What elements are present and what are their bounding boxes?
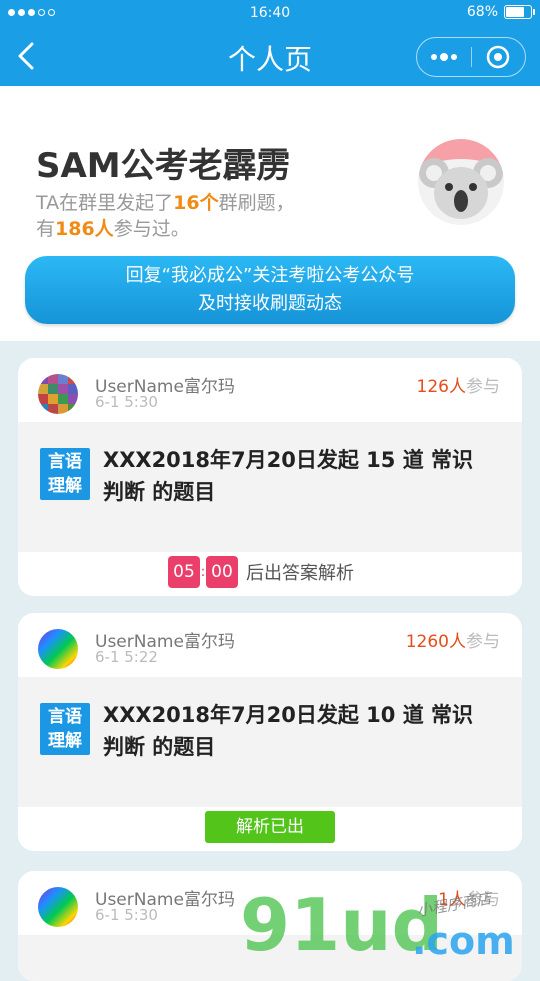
count-value: 1人	[438, 890, 466, 910]
gradient-avatar-icon	[38, 887, 78, 927]
timer-minutes: 05	[168, 556, 200, 588]
battery-status: 68%	[466, 4, 535, 20]
mini-program-capsule	[416, 37, 526, 77]
card-header: UserName富尔玛 6-1 5:30 126人参与	[18, 358, 522, 422]
question-title: XXX2018年7月20日发起 15 道 常识判断 的题目	[103, 448, 474, 504]
tag-line1: 言语	[48, 707, 82, 727]
avatar	[38, 374, 78, 414]
card-header: UserName富尔玛 6-1 5:22 1260人参与	[18, 613, 522, 677]
participant-count: 1人参与	[438, 885, 500, 910]
quiz-card[interactable]: UserName富尔玛 6-1 5:30 1人参与	[18, 871, 522, 981]
top-bar: 16:40 68% 个人页	[0, 0, 540, 86]
answer-countdown: 05 : 00 后出答案解析	[168, 556, 354, 588]
post-time: 6-1 5:30	[95, 393, 158, 411]
count-suffix: 参与	[466, 632, 500, 652]
status-time: 16:40	[249, 5, 291, 21]
profile-stat-participants: 有186人参与过。	[36, 214, 190, 241]
battery-percent: 68%	[466, 4, 498, 20]
avatar	[38, 629, 78, 669]
tag-line1: 言语	[48, 452, 82, 472]
question-title: XXX2018年7月20日发起 10 道 常识判断 的题目	[103, 703, 474, 759]
avatar[interactable]	[418, 139, 504, 225]
follow-official-account-button[interactable]: 回复“我必成公”关注考啦公考公众号 及时接收刷题动态	[25, 256, 515, 324]
nav-bar: 个人页	[0, 28, 540, 86]
pixel-avatar-icon	[38, 374, 78, 414]
card-footer: 解析已出	[18, 807, 522, 851]
count-value: 1260人	[405, 632, 466, 652]
status-bar: 16:40 68%	[0, 0, 540, 28]
target-close-icon	[487, 45, 510, 69]
koala-avatar-icon	[418, 139, 504, 225]
card-body	[18, 935, 522, 981]
profile-name: SAM公考老霹雳	[36, 146, 291, 186]
group-count: 16个	[173, 192, 219, 214]
card-body: 言语 理解 XXX2018年7月20日发起 10 道 常识判断 的题目	[18, 677, 522, 807]
gradient-avatar-icon	[38, 629, 78, 669]
count-suffix: 参与	[466, 890, 500, 910]
card-body: 言语 理解 XXX2018年7月20日发起 15 道 常识判断 的题目	[18, 422, 522, 552]
avatar	[38, 887, 78, 927]
follow-button-line1: 回复“我必成公”关注考啦公考公众号	[125, 265, 415, 286]
stat-text: 有	[36, 218, 56, 240]
stat-text: 群刷题，	[218, 192, 295, 214]
participant-count: 126人参与	[417, 372, 500, 397]
card-header: UserName富尔玛 6-1 5:30 1人参与	[18, 871, 522, 935]
profile-stat-groups: TA在群里发起了16个群刷题，	[36, 188, 295, 215]
tag-line2: 理解	[48, 731, 82, 751]
quiz-card[interactable]: UserName富尔玛 6-1 5:30 126人参与 言语 理解 XXX201…	[18, 358, 522, 596]
more-button[interactable]	[417, 38, 471, 76]
category-tag: 言语 理解	[40, 703, 90, 755]
count-suffix: 参与	[466, 377, 500, 397]
post-time: 6-1 5:30	[95, 906, 158, 924]
follow-button-line2: 及时接收刷题动态	[198, 293, 342, 314]
quiz-card[interactable]: UserName富尔玛 6-1 5:22 1260人参与 言语 理解 XXX20…	[18, 613, 522, 851]
timer-seconds: 00	[206, 556, 238, 588]
timer-label: 后出答案解析	[246, 563, 354, 584]
view-analysis-button[interactable]: 解析已出	[205, 811, 335, 843]
tag-line2: 理解	[48, 476, 82, 496]
participant-count: 186人	[55, 218, 114, 240]
post-time: 6-1 5:22	[95, 648, 158, 666]
card-footer: 05 : 00 后出答案解析	[18, 552, 522, 596]
stat-text: 参与过。	[113, 218, 190, 240]
stat-text: TA在群里发起了	[36, 192, 174, 214]
category-tag: 言语 理解	[40, 448, 90, 500]
battery-icon	[504, 5, 535, 19]
count-value: 126人	[416, 377, 466, 397]
participant-count: 1260人参与	[406, 627, 500, 652]
profile-header: SAM公考老霹雳 TA在群里发起了16个群刷题， 有186人参与过。 回复“我必…	[0, 86, 540, 341]
close-program-button[interactable]	[472, 38, 526, 76]
more-dots-icon	[430, 53, 457, 61]
